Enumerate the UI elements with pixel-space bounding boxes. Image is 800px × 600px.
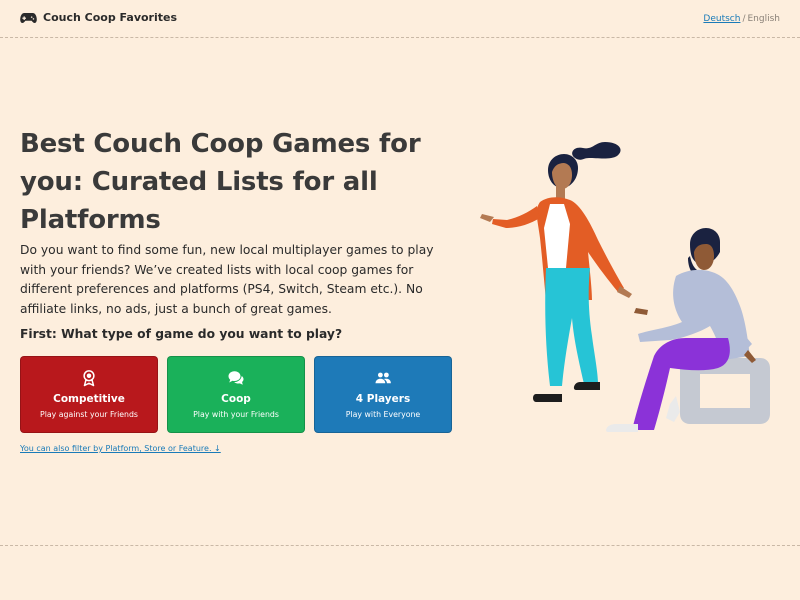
competitive-card-subtitle: Play against your Friends	[40, 410, 138, 419]
people-icon	[375, 372, 391, 384]
competitive-card-title: Competitive	[53, 393, 125, 405]
bottom-divider	[0, 545, 800, 546]
language-switcher: Deutsch / English	[703, 14, 780, 24]
lang-english-current: English	[747, 14, 781, 24]
gamepad-icon	[20, 12, 37, 23]
coop-card[interactable]: Coop Play with your Friends	[167, 356, 305, 433]
friends-illustration	[480, 142, 770, 432]
game-type-question: First: What type of game do you want to …	[20, 327, 343, 341]
medal-icon	[83, 370, 95, 387]
filter-link[interactable]: You can also filter by Platform, Store o…	[20, 444, 221, 453]
coop-card-title: Coop	[221, 393, 251, 405]
brand-name: Couch Coop Favorites	[43, 11, 178, 24]
coop-card-subtitle: Play with your Friends	[193, 410, 279, 419]
lang-separator: /	[742, 14, 746, 24]
top-bar: Couch Coop Favorites Deutsch / English	[0, 0, 800, 38]
chat-bubbles-icon	[228, 371, 244, 385]
four-players-card-title: 4 Players	[355, 393, 411, 405]
lang-deutsch-link[interactable]: Deutsch	[703, 14, 740, 24]
competitive-card[interactable]: Competitive Play against your Friends	[20, 356, 158, 433]
four-players-card-subtitle: Play with Everyone	[345, 410, 421, 419]
brand-link[interactable]: Couch Coop Favorites	[20, 11, 177, 24]
page-title: Best Couch Coop Games for you: Curated L…	[20, 129, 421, 235]
four-players-card[interactable]: 4 Players Play with Everyone	[314, 356, 452, 433]
intro-text: Do you want to find some fun, new local …	[20, 243, 434, 316]
game-type-cards: Competitive Play against your Friends Co…	[20, 356, 452, 433]
